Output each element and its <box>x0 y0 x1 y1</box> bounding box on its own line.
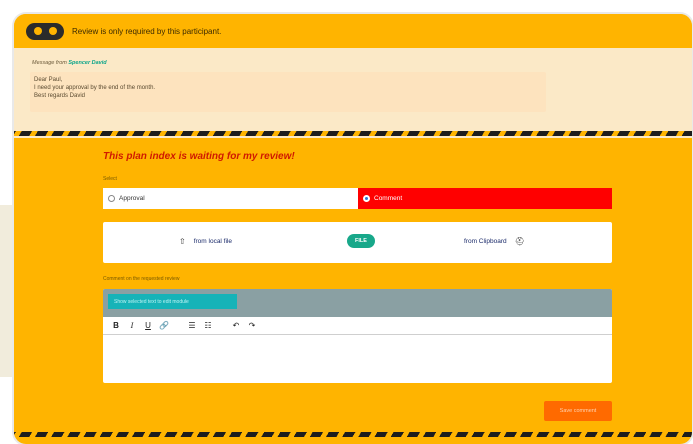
select-label: Select <box>103 176 117 182</box>
upload-local-file[interactable]: ⇧ from local file <box>179 237 232 246</box>
review-card: Review is only required by this particip… <box>14 14 692 444</box>
review-type-selector: Approval Comment <box>103 188 612 209</box>
radio-approval-label: Approval <box>119 195 145 202</box>
side-panel <box>0 205 15 377</box>
upload-clipboard-label: from Clipboard <box>464 238 507 245</box>
underline-button[interactable]: U <box>141 321 155 330</box>
upload-icon: ⇧ <box>179 237 186 246</box>
toggle-switch[interactable] <box>26 22 64 40</box>
comment-textarea[interactable] <box>103 335 612 383</box>
redo-icon[interactable]: ↷ <box>245 321 259 330</box>
comment-editor: Show selected text to edit module B I U … <box>103 289 612 383</box>
upload-local-label: from local file <box>193 238 232 245</box>
clipboard-person-icon: ⛑ <box>514 237 525 246</box>
undo-icon[interactable]: ↶ <box>229 321 243 330</box>
upload-box: ⇧ from local file FILE from Clipboard ⛑ <box>103 222 612 263</box>
editor-header: Show selected text to edit module <box>103 289 612 317</box>
upload-clipboard[interactable]: from Clipboard ⛑ <box>464 237 525 246</box>
message-sender[interactable]: Spencer David <box>68 60 106 66</box>
message-box: Message from Spencer David Dear Paul, I … <box>14 48 692 138</box>
message-line: I need your approval by the end of the m… <box>34 85 156 91</box>
show-selected-text-button[interactable]: Show selected text to edit module <box>108 294 237 309</box>
file-badge: FILE <box>347 234 375 248</box>
message-line: Best regards David <box>34 93 86 99</box>
radio-approval[interactable]: Approval <box>103 188 358 209</box>
review-heading: This plan index is waiting for my review… <box>103 151 295 162</box>
topbar-text: Review is only required by this particip… <box>72 26 222 36</box>
link-icon[interactable]: 🔗 <box>157 321 171 330</box>
message-line: Dear Paul, <box>34 77 63 83</box>
hazard-stripe-top <box>14 131 692 136</box>
bold-button[interactable]: B <box>109 321 123 330</box>
numbered-list-icon[interactable]: ☷ <box>201 321 215 330</box>
topbar: Review is only required by this particip… <box>14 14 692 48</box>
radio-comment-dot <box>363 195 370 202</box>
message-body: Dear Paul, I need your approval by the e… <box>30 72 546 112</box>
editor-toolbar: B I U 🔗 ☰ ☷ ↶ ↷ <box>103 317 612 335</box>
italic-button[interactable]: I <box>125 321 139 330</box>
message-from: Message from Spencer David <box>32 60 107 66</box>
radio-comment[interactable]: Comment <box>358 188 612 209</box>
radio-comment-label: Comment <box>374 195 403 202</box>
radio-approval-dot <box>108 195 115 202</box>
save-comment-button[interactable]: Save comment <box>544 401 612 421</box>
bullet-list-icon[interactable]: ☰ <box>185 321 199 330</box>
comment-label: Comment on the requested review <box>103 276 180 282</box>
hazard-stripe-bottom <box>14 432 692 437</box>
